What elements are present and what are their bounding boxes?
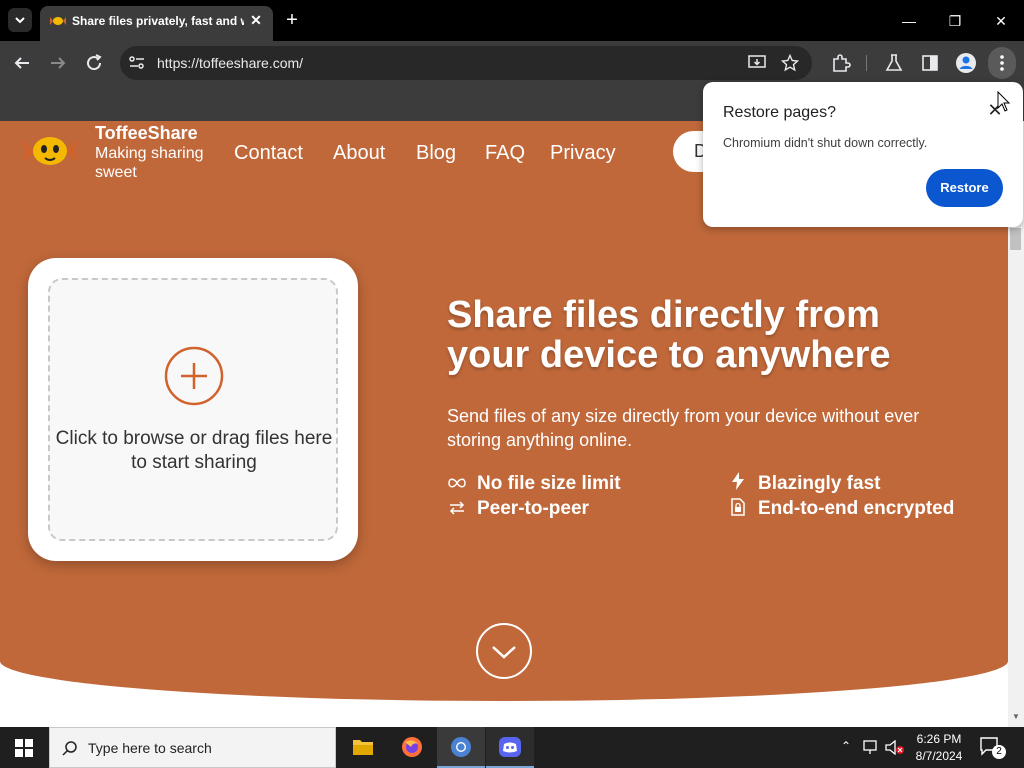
labs-flask-icon[interactable] [882,51,906,75]
nav-privacy[interactable]: Privacy [550,142,616,165]
nav-faq[interactable]: FAQ [485,142,525,165]
scroll-down-button[interactable] [476,623,532,679]
taskbar-chromium[interactable] [437,727,485,768]
windows-taskbar: Type here to search ⌃ 6:26 PM 8/7/2024 2 [0,727,1024,768]
reload-icon[interactable] [82,51,106,75]
extensions-icon[interactable] [829,51,853,75]
restore-pages-dialog: Restore pages? ✕ Chromium didn't shut do… [703,82,1023,227]
search-icon [62,741,77,756]
back-arrow-icon[interactable] [10,51,34,75]
forward-arrow-icon[interactable] [46,51,70,75]
add-file-plus-icon[interactable] [164,346,224,406]
dialog-title: Restore pages? [723,104,836,121]
scrollbar-thumb[interactable] [1010,228,1021,250]
notification-count-badge: 2 [992,745,1006,759]
chromium-icon [451,737,471,757]
feature-end-to-end-encrypted: End-to-end encrypted [758,498,955,519]
infinity-icon [448,478,466,488]
firefox-icon [402,737,422,757]
hero-subline: Send files of any size directly from you… [447,406,920,450]
close-window-icon[interactable]: ✕ [978,8,1024,34]
toolbar-divider [866,55,867,71]
nav-blog[interactable]: Blog [416,142,456,165]
three-dots-vertical-icon [1000,55,1004,71]
new-tab-button[interactable]: + [280,8,304,32]
volume-muted-icon[interactable] [885,740,905,755]
clock-time: 6:26 PM [916,732,962,746]
file-drop-card[interactable]: Click to browse or drag files here to st… [28,258,358,561]
feature-no-size-limit: No file size limit [477,473,621,494]
toffee-logo-icon[interactable] [20,131,80,171]
taskbar-file-explorer[interactable] [339,727,387,768]
clock-date: 8/7/2024 [915,749,963,763]
toffee-favicon-icon [50,17,66,25]
url-text: https://toffeeshare.com/ [157,55,304,71]
taskbar-firefox[interactable] [388,727,436,768]
browser-toolbar: https://toffeeshare.com/ [0,41,1024,85]
restore-window-icon[interactable]: ❐ [932,8,978,34]
lightning-bolt-icon [732,472,744,490]
tab-strip: Share files privately, fast and w ✕ + — … [0,0,1024,41]
hero-headline: Share files directly from your device to… [447,294,891,376]
drop-zone-text: Click to browse or drag files here to st… [55,428,333,473]
dialog-message: Chromium didn't shut down correctly. [723,136,928,150]
feature-blazingly-fast: Blazingly fast [758,473,881,494]
discord-icon [499,737,521,757]
bookmark-star-icon[interactable] [781,54,799,72]
side-panel-icon[interactable] [918,51,942,75]
tab-close-icon[interactable]: ✕ [247,11,265,29]
nav-about[interactable]: About [333,142,385,165]
taskbar-clock[interactable]: 6:26 PM 8/7/2024 [905,731,973,765]
search-placeholder: Type here to search [88,740,212,756]
chevron-down-icon [15,17,25,24]
mouse-cursor-icon [997,91,1011,112]
minimize-icon[interactable]: — [886,8,932,34]
windows-start-icon[interactable] [15,739,33,757]
site-info-icon[interactable] [128,55,146,71]
taskbar-discord[interactable] [486,727,534,768]
feature-peer-to-peer: Peer-to-peer [477,498,589,519]
browser-tab[interactable]: Share files privately, fast and w ✕ [40,6,273,41]
brand-tagline: Making sharing sweet [95,145,204,181]
folder-icon [353,740,373,755]
taskbar-search-box[interactable]: Type here to search [49,727,336,768]
chevron-down-icon [492,646,516,659]
brand-name[interactable]: ToffeeShare [95,123,198,144]
encrypted-file-lock-icon [731,498,745,516]
scroll-down-arrow-icon[interactable]: ▼ [1010,712,1022,724]
menu-button[interactable] [988,47,1016,79]
profile-avatar-icon[interactable] [954,51,978,75]
show-hidden-icons-chevron-up-icon[interactable]: ⌃ [838,739,854,755]
tab-search-button[interactable] [8,8,32,32]
swap-arrows-icon [449,501,465,515]
nav-contact[interactable]: Contact [234,142,303,165]
network-icon[interactable] [862,740,880,755]
install-app-icon[interactable] [748,54,766,72]
address-bar[interactable]: https://toffeeshare.com/ [120,46,812,80]
file-drop-zone[interactable]: Click to browse or drag files here to st… [48,278,338,541]
restore-button[interactable]: Restore [926,169,1003,207]
tab-title: Share files privately, fast and w [72,14,244,28]
action-center-button[interactable]: 2 [978,735,1008,761]
